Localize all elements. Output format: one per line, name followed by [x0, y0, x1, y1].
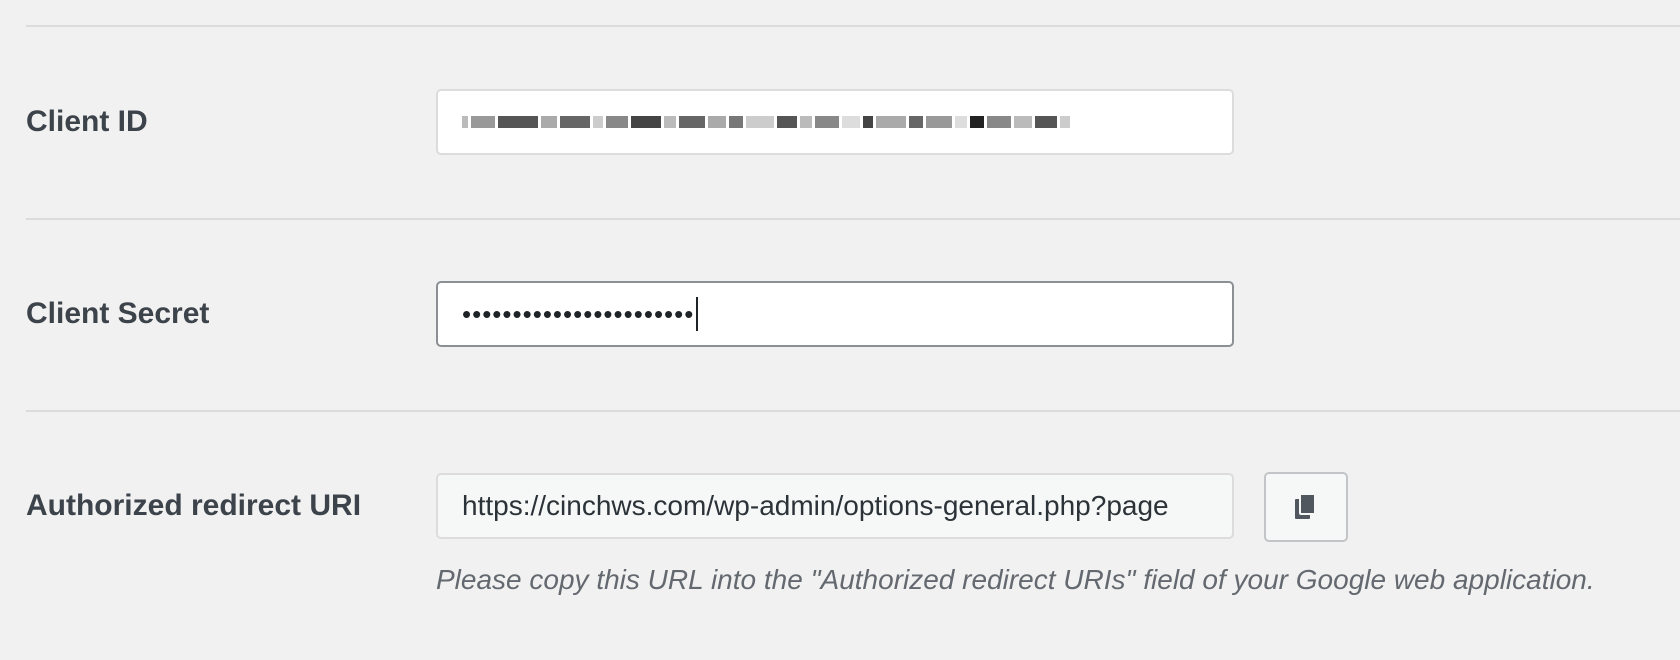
copy-button[interactable]	[1264, 472, 1348, 542]
settings-page: Client ID Client Secret ••••••••••••••••…	[0, 0, 1680, 660]
divider	[26, 25, 1680, 27]
redacted-client-id-value	[462, 111, 1208, 133]
client-secret-masked-value: •••••••••••••••••••••••	[462, 298, 695, 329]
client-id-label: Client ID	[26, 105, 148, 138]
client-secret-field[interactable]: •••••••••••••••••••••••	[436, 281, 1234, 347]
copy-icon	[1295, 493, 1316, 519]
redirect-uri-description: Please copy this URL into the "Authorize…	[436, 564, 1595, 595]
divider	[26, 218, 1680, 220]
divider	[26, 410, 1680, 412]
redirect-uri-value: https://cinchws.com/wp-admin/options-gen…	[462, 490, 1169, 521]
client-id-field[interactable]	[436, 89, 1234, 155]
redirect-uri-field[interactable]: https://cinchws.com/wp-admin/options-gen…	[436, 473, 1234, 539]
redirect-uri-label: Authorized redirect URI	[26, 489, 362, 522]
client-secret-label: Client Secret	[26, 297, 210, 330]
text-caret	[696, 297, 699, 331]
